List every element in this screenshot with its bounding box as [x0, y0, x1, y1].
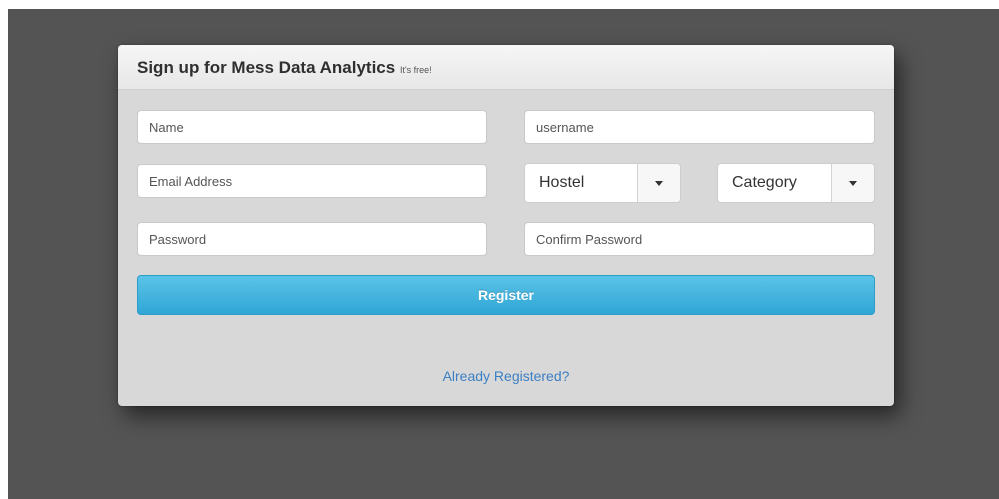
form-title: Sign up for Mess Data Analytics: [137, 58, 396, 77]
category-select-toggle[interactable]: [831, 164, 874, 202]
panel-title: Sign up for Mess Data Analytics It's fre…: [137, 58, 432, 78]
category-select-value: Category: [732, 174, 797, 191]
panel-heading: Sign up for Mess Data Analytics It's fre…: [118, 45, 894, 90]
category-select[interactable]: Category: [717, 163, 875, 203]
username-input[interactable]: [524, 110, 875, 144]
already-registered-link[interactable]: Already Registered?: [118, 368, 894, 384]
form-subtitle: It's free!: [399, 65, 432, 75]
signup-panel: Sign up for Mess Data Analytics It's fre…: [118, 45, 894, 406]
password-input[interactable]: [137, 222, 487, 256]
confirm-password-input[interactable]: [524, 222, 875, 256]
chevron-down-icon: [849, 180, 857, 186]
register-button[interactable]: Register: [137, 275, 875, 315]
email-input[interactable]: [137, 164, 487, 198]
chevron-down-icon: [655, 180, 663, 186]
hostel-select-value: Hostel: [539, 174, 585, 191]
name-input[interactable]: [137, 110, 487, 144]
hostel-select[interactable]: Hostel: [524, 163, 681, 203]
hostel-select-toggle[interactable]: [637, 164, 680, 202]
